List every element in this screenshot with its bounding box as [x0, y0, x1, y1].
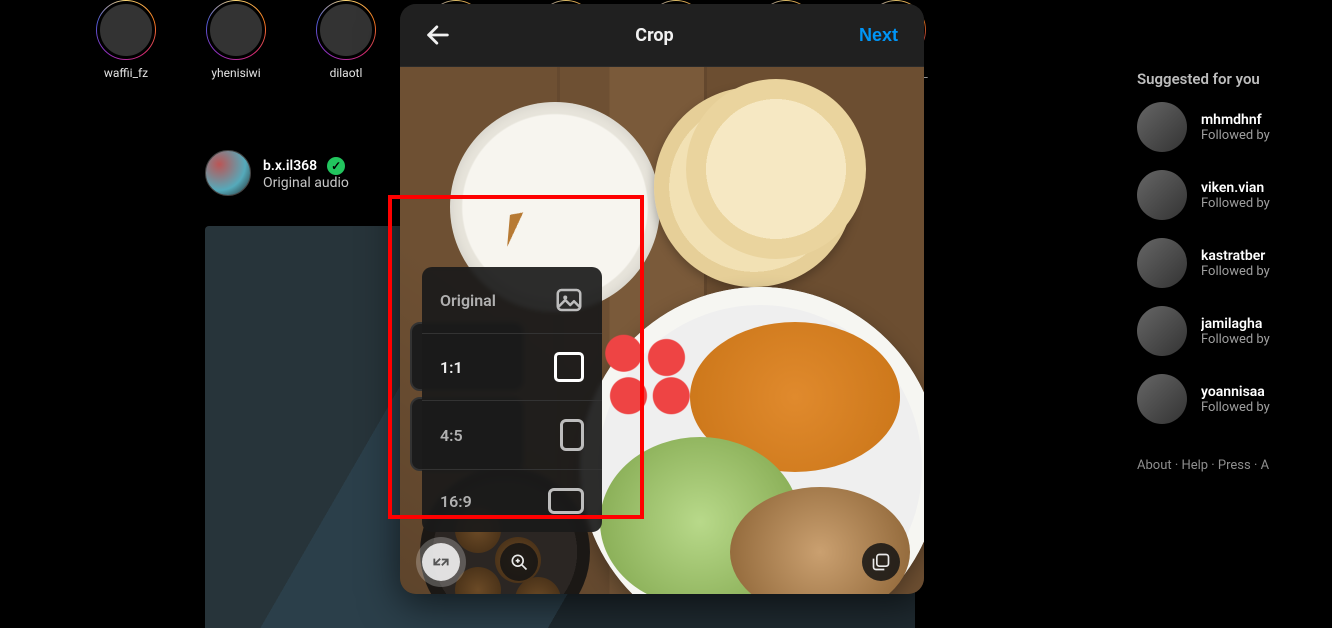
crop-option-label: 4:5: [440, 426, 463, 445]
crop-option-label: 16:9: [440, 492, 472, 511]
post-audio-label[interactable]: Original audio: [263, 175, 349, 191]
suggestion-item[interactable]: yoannisaa Followed by: [1137, 374, 1332, 424]
avatar[interactable]: [1137, 102, 1187, 152]
zoom-in-icon: [509, 552, 529, 572]
suggestion-item[interactable]: viken.vian Followed by: [1137, 170, 1332, 220]
square-icon: [554, 352, 584, 382]
crop-options-popup: Original 1:1 4:5 16:9: [422, 267, 602, 532]
suggestion-sub: Followed by: [1201, 332, 1270, 347]
post-username[interactable]: b.x.il368: [263, 158, 317, 174]
image-icon: [554, 285, 584, 315]
avatar[interactable]: [205, 150, 251, 196]
story-item[interactable]: waffii_fz: [90, 0, 162, 80]
suggestion-item[interactable]: mhmdhnf Followed by: [1137, 102, 1332, 152]
arrow-left-icon: [424, 21, 452, 49]
crop-option-original[interactable]: Original: [422, 267, 602, 334]
suggestion-item[interactable]: kastratber Followed by: [1137, 238, 1332, 288]
crop-option-wide[interactable]: 16:9: [422, 470, 602, 532]
story-item[interactable]: yhenisiwi: [200, 0, 272, 80]
suggestion-sub: Followed by: [1201, 128, 1270, 143]
story-username: dilaotl: [330, 66, 363, 80]
layers-icon: [871, 552, 891, 572]
crop-option-square[interactable]: 1:1: [422, 334, 602, 401]
suggestion-sub: Followed by: [1201, 196, 1270, 211]
modal-title: Crop: [635, 25, 673, 46]
suggestion-sub: Followed by: [1201, 400, 1270, 415]
suggestion-username[interactable]: viken.vian: [1201, 180, 1270, 196]
avatar[interactable]: [1137, 374, 1187, 424]
suggestions-heading: Suggested for you: [1137, 70, 1332, 88]
modal-header: Crop Next: [400, 4, 924, 67]
wide-ratio-icon: [548, 488, 584, 514]
suggestion-username[interactable]: yoannisaa: [1201, 384, 1270, 400]
suggestion-username[interactable]: jamilagha: [1201, 316, 1270, 332]
aspect-ratio-button[interactable]: [422, 543, 460, 581]
next-button[interactable]: Next: [853, 24, 904, 47]
story-username: waffii_fz: [104, 66, 148, 80]
suggestions-sidebar: Suggested for you mhmdhnf Followed by vi…: [1137, 70, 1332, 473]
crop-option-label: 1:1: [440, 358, 463, 377]
portrait-ratio-icon: [560, 419, 584, 451]
story-username: yhenisiwi: [211, 66, 260, 80]
avatar[interactable]: [1137, 306, 1187, 356]
suggestion-username[interactable]: mhmdhnf: [1201, 112, 1270, 128]
avatar[interactable]: [1137, 238, 1187, 288]
crop-option-label: Original: [440, 291, 496, 310]
zoom-button[interactable]: [500, 543, 538, 581]
back-button[interactable]: [420, 17, 456, 53]
story-item[interactable]: dilaotl: [310, 0, 382, 80]
avatar[interactable]: [1137, 170, 1187, 220]
suggestion-item[interactable]: jamilagha Followed by: [1137, 306, 1332, 356]
suggestion-sub: Followed by: [1201, 264, 1270, 279]
crop-modal: Crop Next Original: [400, 4, 924, 594]
footer-links[interactable]: About · Help · Press · A: [1137, 458, 1332, 473]
multi-select-button[interactable]: [862, 543, 900, 581]
verified-badge-icon: ✓: [327, 157, 345, 175]
app-root: waffii_fz yhenisiwi dilaotl indahwn: [0, 0, 1332, 628]
suggestion-username[interactable]: kastratber: [1201, 248, 1270, 264]
crop-canvas[interactable]: Original 1:1 4:5 16:9: [400, 67, 924, 594]
crop-icon: [431, 552, 451, 572]
crop-option-portrait[interactable]: 4:5: [422, 401, 602, 470]
